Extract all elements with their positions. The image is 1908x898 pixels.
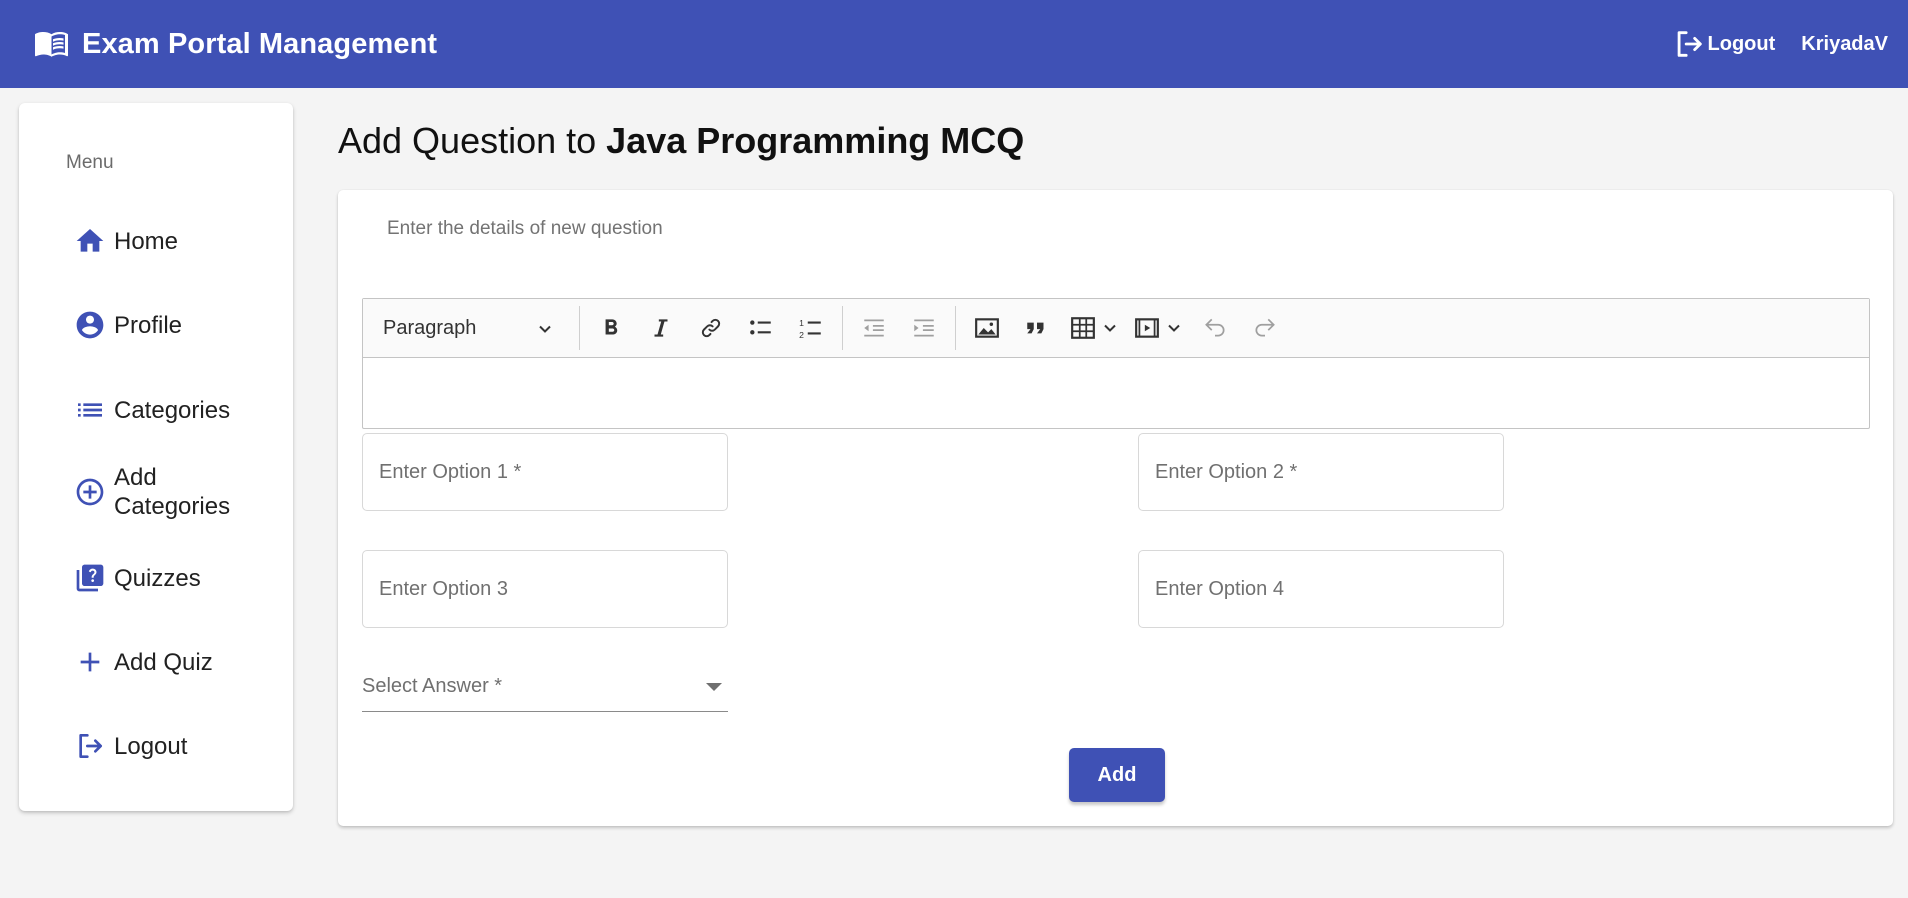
sidebar-item-label: Categories (114, 396, 231, 424)
insert-media-button[interactable] (1129, 306, 1187, 350)
answer-select-placeholder: Select Answer * (362, 675, 503, 697)
top-app-bar: Exam Portal Management Logout KriyadaV (0, 0, 1908, 88)
quote-icon (1027, 322, 1044, 334)
quiz-name: Java Programming MCQ (606, 120, 1025, 161)
undo-icon (1205, 318, 1225, 337)
header-logout-button[interactable]: Logout (1672, 27, 1776, 61)
heading-dropdown-value: Paragraph (383, 316, 477, 339)
sidebar-item-label: Profile (114, 311, 183, 339)
chevron-down-icon (1104, 324, 1116, 332)
account-circle-icon (74, 309, 106, 341)
chevron-down-icon (1168, 324, 1180, 332)
option-3-field[interactable]: Enter Option 3 (362, 550, 728, 628)
insert-image-button[interactable] (965, 306, 1009, 350)
toolbar-separator (579, 306, 580, 350)
bold-icon (605, 319, 618, 335)
image-icon (975, 318, 999, 338)
insert-table-button[interactable] (1065, 306, 1123, 350)
redo-button[interactable] (1243, 306, 1287, 350)
sidebar-item-label: Logout (114, 732, 188, 760)
quiz-icon (74, 562, 106, 594)
indent-icon (914, 319, 934, 337)
link-button[interactable] (689, 306, 733, 350)
toolbar-separator (955, 306, 956, 350)
menu-book-icon (35, 32, 68, 57)
indent-button[interactable] (902, 306, 946, 350)
option-4-field[interactable]: Enter Option 4 (1138, 550, 1504, 628)
question-form-card: Enter the details of new question Paragr… (338, 190, 1893, 826)
sidebar-item-add-categories[interactable]: Add Categories (74, 463, 244, 521)
dropdown-arrow-icon (706, 683, 722, 691)
italic-icon (654, 319, 668, 337)
outdent-icon (864, 319, 884, 337)
numbered-list-button[interactable]: 12 (789, 306, 833, 350)
add-icon (74, 646, 106, 678)
sidebar-item-label: Home (114, 227, 179, 255)
logout-icon (74, 730, 106, 762)
redo-icon (1255, 318, 1275, 337)
heading-dropdown[interactable]: Paragraph (363, 299, 573, 358)
sidebar-item-logout[interactable]: Logout (74, 730, 187, 762)
numbered-list-icon: 12 (799, 318, 821, 340)
svg-text:2: 2 (799, 330, 804, 340)
sidebar-item-label: Quizzes (114, 564, 201, 592)
brand: Exam Portal Management (32, 28, 437, 61)
italic-button[interactable] (639, 306, 683, 350)
sidebar-item-label: Add Quiz (114, 648, 213, 676)
sidebar-item-label: Add Categories (114, 464, 231, 520)
block-quote-button[interactable] (1015, 306, 1059, 350)
sidebar-item-quizzes[interactable]: Quizzes (74, 562, 201, 594)
link-icon (701, 318, 721, 338)
page-title: Add Question to Java Programming MCQ (338, 120, 1024, 162)
sidebar: Menu (19, 103, 293, 811)
toolbar-separator (842, 306, 843, 350)
header-actions: Logout KriyadaV (1672, 0, 1888, 88)
question-rich-text-editor: Paragraph 12 (362, 298, 1870, 429)
outdent-button[interactable] (852, 306, 896, 350)
question-content-area[interactable] (363, 358, 1869, 428)
bulleted-list-button[interactable] (739, 306, 783, 350)
sidebar-item-categories[interactable]: Categories (74, 394, 230, 426)
answer-select[interactable]: Select Answer * (362, 675, 728, 712)
username[interactable]: KriyadaV (1801, 33, 1888, 56)
logout-icon (1677, 31, 1702, 57)
add-circle-icon (74, 476, 106, 508)
table-icon (1071, 317, 1095, 339)
sidebar-item-add-quiz[interactable]: Add Quiz (74, 646, 213, 678)
svg-text:1: 1 (799, 318, 804, 328)
card-subtitle: Enter the details of new question (387, 218, 663, 239)
media-icon (1135, 318, 1159, 338)
undo-button[interactable] (1193, 306, 1237, 350)
list-icon (74, 394, 106, 426)
sidebar-item-home[interactable]: Home (74, 225, 178, 257)
bold-button[interactable] (589, 306, 633, 350)
app-title: Exam Portal Management (82, 27, 438, 60)
sidebar-item-profile[interactable]: Profile (74, 309, 182, 341)
option-2-field[interactable]: Enter Option 2 * (1138, 433, 1504, 511)
home-icon (74, 225, 106, 257)
chevron-down-icon (539, 325, 551, 333)
add-question-button[interactable]: Add (1069, 748, 1165, 802)
bulleted-list-icon (750, 320, 771, 335)
page-title-prefix: Add Question to (338, 120, 607, 161)
menu-label: Menu (66, 152, 114, 173)
header-logout-label: Logout (1707, 32, 1776, 55)
option-1-field[interactable]: Enter Option 1 * (362, 433, 728, 511)
editor-toolbar: Paragraph 12 (363, 299, 1869, 358)
